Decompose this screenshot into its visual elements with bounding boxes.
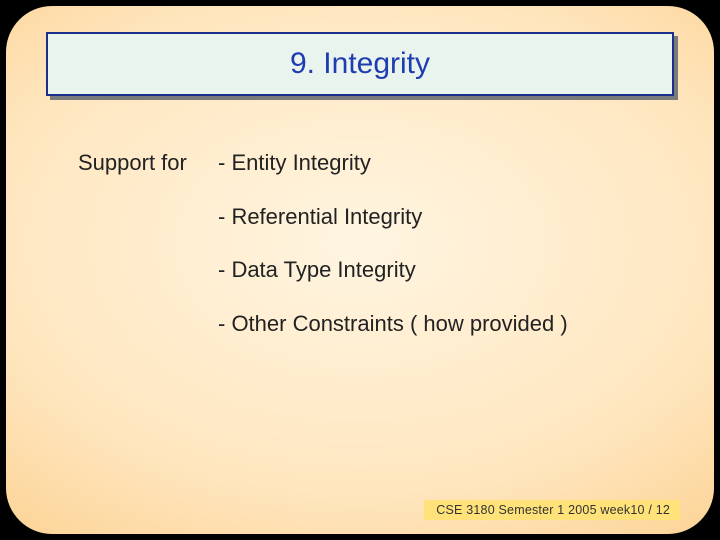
content-row: Support for - Entity Integrity - Referen… — [78, 148, 654, 363]
slide-title: 9. Integrity — [290, 47, 430, 81]
list-item: - Entity Integrity — [218, 148, 654, 178]
footer-badge: CSE 3180 Semester 1 2005 week10 / 12 — [424, 500, 680, 520]
content-area: Support for - Entity Integrity - Referen… — [78, 148, 654, 363]
list-item: - Data Type Integrity — [218, 255, 654, 285]
slide-frame: 9. Integrity Support for - Entity Integr… — [6, 6, 714, 534]
list-item: - Referential Integrity — [218, 202, 654, 232]
integrity-list: - Entity Integrity - Referential Integri… — [218, 148, 654, 363]
support-for-label: Support for — [78, 148, 218, 363]
title-box: 9. Integrity — [46, 32, 674, 96]
list-item: - Other Constraints ( how provided ) — [218, 309, 654, 339]
